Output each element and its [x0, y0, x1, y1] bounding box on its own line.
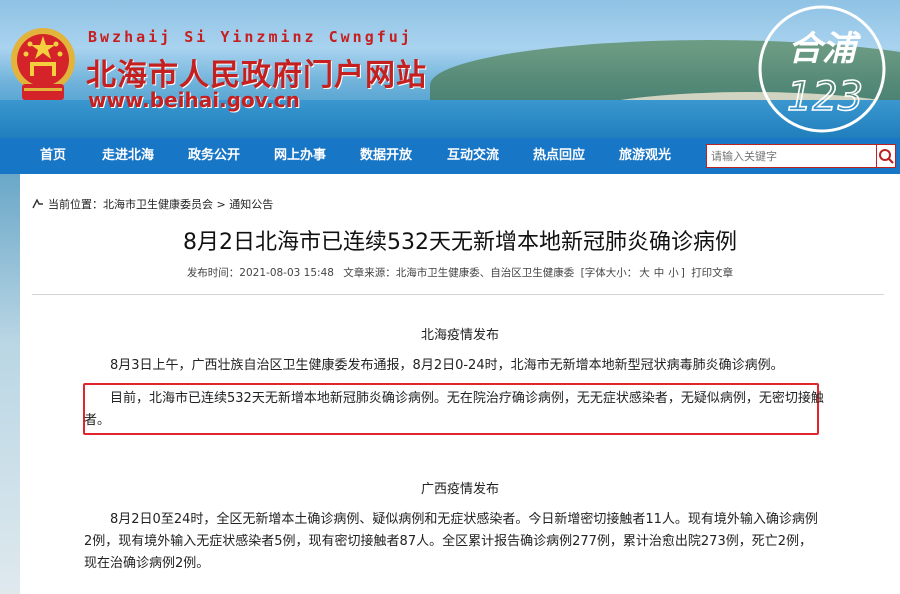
font-size-small[interactable]: 小 — [668, 267, 679, 279]
nav-item-home[interactable]: 首页 — [22, 138, 84, 174]
badge-text-top: 合浦 — [788, 29, 862, 69]
divider — [32, 294, 884, 295]
font-size-label: [字体大小： — [580, 267, 638, 279]
location-pin-icon — [32, 199, 43, 209]
font-size-large[interactable]: 大 — [639, 267, 650, 279]
article-title: 8月2日北海市已连续532天无新增本地新冠肺炎确诊病例 — [183, 230, 737, 255]
paragraph-guangxi-status: 8月2日0至24时，全区无新增本土确诊病例、疑似病例和无症状感染者。今日新增密切… — [84, 512, 818, 571]
font-size-close: ] — [680, 267, 685, 279]
print-article-link[interactable]: 打印文章 — [691, 267, 733, 279]
paragraph-beihai-status: 目前，北海市已连续532天无新增本地新冠肺炎确诊病例。无在院治疗确诊病例，无无症… — [84, 391, 824, 428]
breadcrumb: 当前位置：北海市卫生健康委员会 > 通知公告 — [32, 196, 273, 212]
search-box — [706, 144, 896, 168]
site-url[interactable]: www.beihai.gov.cn — [88, 88, 300, 112]
nav-item-interaction[interactable]: 互动交流 — [437, 138, 509, 174]
paragraph-beihai-notice: 8月3日上午，广西壮族自治区卫生健康委发布通报，8月2日0-24时，北海市无新增… — [110, 358, 784, 373]
site-name-english: Bwzhaij Si Yinzminz Cwngfuj — [88, 28, 413, 46]
publish-time: 发布时间：2021-08-03 15:48 — [186, 267, 334, 279]
search-icon — [879, 149, 894, 164]
font-size-medium[interactable]: 中 — [654, 267, 665, 279]
nav-item-online-services[interactable]: 网上办事 — [264, 138, 336, 174]
nav-item-open-data[interactable]: 数据开放 — [350, 138, 422, 174]
left-decoration — [0, 174, 20, 594]
search-input[interactable] — [706, 144, 876, 168]
badge-text-bottom: 123 — [787, 74, 863, 120]
nav-item-gov-affairs[interactable]: 政务公开 — [178, 138, 250, 174]
hepu-123-logo: 合浦 123 — [758, 5, 886, 133]
article-meta: 发布时间：2021-08-03 15:48 文章来源：北海市卫生健康委、自治区卫… — [20, 265, 900, 280]
nav-item-tourism[interactable]: 旅游观光 — [609, 138, 681, 174]
national-emblem-icon[interactable] — [8, 22, 78, 110]
section-heading-guangxi: 广西疫情发布 — [420, 482, 499, 497]
search-button[interactable] — [876, 144, 896, 168]
nav-item-about-beihai[interactable]: 走进北海 — [92, 138, 164, 174]
nav-item-hot-topics[interactable]: 热点回应 — [523, 138, 595, 174]
article-source: 文章来源：北海市卫生健康委、自治区卫生健康委 — [343, 267, 575, 279]
breadcrumb-prefix: 当前位置： — [48, 198, 103, 211]
breadcrumb-path[interactable]: 北海市卫生健康委员会 > 通知公告 — [103, 198, 273, 211]
section-heading-beihai: 北海疫情发布 — [420, 328, 499, 343]
